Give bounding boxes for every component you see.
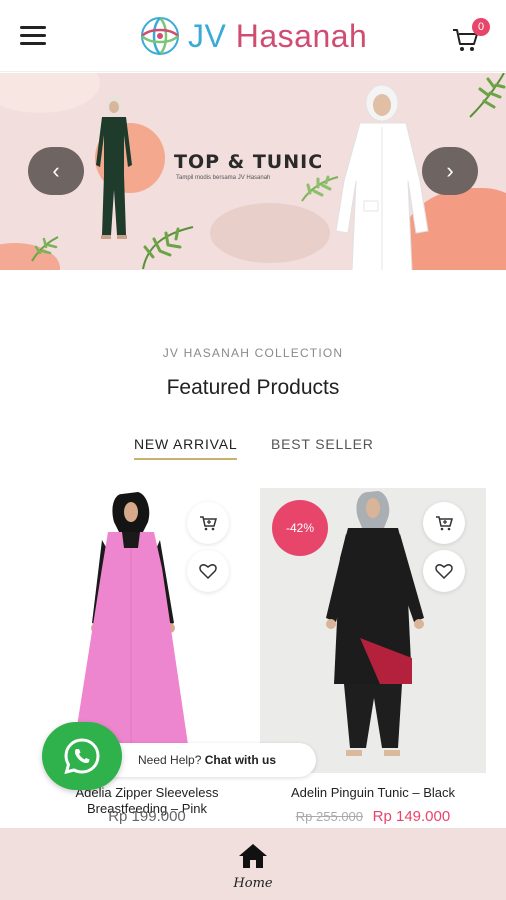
- cart-plus-icon: [200, 516, 217, 531]
- home-icon: [239, 844, 267, 868]
- model-green-outfit-image: [96, 96, 132, 239]
- nav-home-label: Home: [233, 876, 273, 891]
- hero-banner[interactable]: TOP & TUNIC Tampil modis bersama JV Hasa…: [0, 73, 506, 270]
- banner-subtitle: Tampil modis bersama JV Hasanah: [176, 175, 271, 181]
- leaf-decor-icon: [142, 226, 194, 270]
- cart-count-badge: 0: [472, 18, 490, 36]
- product-price-row: Rp 255.000 Rp 149.000: [260, 808, 486, 825]
- banner-prev-button[interactable]: ‹: [28, 147, 84, 195]
- discount-badge: -42%: [272, 500, 328, 556]
- heart-icon: [435, 564, 453, 579]
- hamburger-menu-icon[interactable]: [20, 26, 48, 48]
- cart-button[interactable]: 0: [452, 18, 492, 56]
- heart-icon: [199, 564, 217, 579]
- top-app-bar: JV Hasanah 0: [0, 0, 506, 72]
- leaf-decor-icon: [31, 236, 59, 262]
- collection-kicker: JV HASANAH COLLECTION: [162, 346, 344, 360]
- logo-jv-text: JV: [188, 17, 227, 54]
- logo-name-text: Hasanah: [235, 17, 368, 54]
- tab-new-arrival[interactable]: NEW ARRIVAL: [134, 436, 238, 460]
- product-card[interactable]: -42% Adelin Pinguin Tunic – Black Rp 255…: [260, 488, 486, 828]
- product-name[interactable]: Adelin Pinguin Tunic – Black: [260, 785, 486, 801]
- add-to-cart-button[interactable]: [187, 502, 229, 544]
- chevron-right-icon: ›: [446, 158, 454, 183]
- banner-next-button[interactable]: ›: [422, 147, 478, 195]
- banner-title: TOP & TUNIC: [174, 151, 324, 173]
- product-image[interactable]: -42%: [260, 488, 486, 773]
- help-chat-bar[interactable]: Need Help? Chat with us: [96, 743, 316, 777]
- bottom-navigation: Home: [0, 828, 506, 900]
- cart-plus-icon: [436, 516, 453, 531]
- chevron-left-icon: ‹: [52, 158, 60, 183]
- banner-decor-blob: [210, 203, 330, 263]
- product-tabs: NEW ARRIVAL BEST SELLER: [0, 436, 506, 466]
- nav-home[interactable]: Home: [226, 842, 280, 896]
- product-price: Rp 199.000: [108, 808, 186, 825]
- product-old-price: Rp 255.000: [295, 809, 364, 824]
- help-text: Need Help?: [138, 753, 202, 767]
- whatsapp-button[interactable]: [42, 722, 122, 790]
- whatsapp-icon: [64, 738, 100, 775]
- product-price: Rp 149.000: [372, 808, 451, 825]
- product-price-row: Rp 199.000: [34, 808, 260, 825]
- wishlist-button[interactable]: [187, 550, 229, 592]
- chat-with-us-link[interactable]: Chat with us: [205, 753, 276, 767]
- add-to-cart-button[interactable]: [423, 502, 465, 544]
- logo-mark-icon: [141, 17, 179, 55]
- section-title: Featured Products: [166, 376, 340, 399]
- wishlist-button[interactable]: [423, 550, 465, 592]
- tab-best-seller[interactable]: BEST SELLER: [271, 436, 374, 452]
- brand-logo[interactable]: JV Hasanah: [138, 14, 367, 58]
- leaf-decor-icon: [469, 73, 506, 118]
